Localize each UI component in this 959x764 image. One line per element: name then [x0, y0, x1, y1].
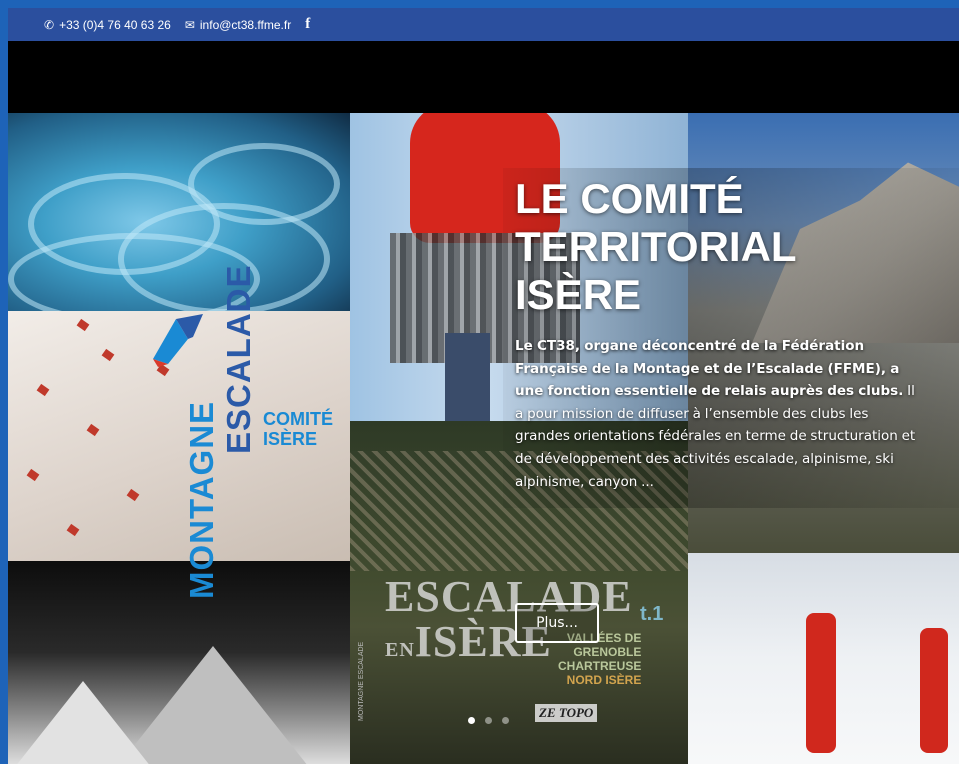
- book-publisher: MONTAGNE ESCALADE: [358, 641, 365, 721]
- slider-dot[interactable]: [468, 717, 475, 724]
- ffme-mark-icon: [153, 314, 203, 367]
- top-contact-bar: ✆ +33 (0)4 76 40 63 26 ✉ info@ct38.ffme.…: [8, 8, 959, 41]
- email-contact[interactable]: ✉ info@ct38.ffme.fr: [185, 18, 291, 32]
- ski-touring-photo: [688, 553, 959, 764]
- phone-number[interactable]: +33 (0)4 76 40 63 26: [59, 18, 171, 32]
- ffme-logo: MONTAGNE ESCALADE COMITÉ ISÈRE: [148, 264, 348, 609]
- slide-caption: LE COMITÉ TERRITORIAL ISÈRE Le CT38, org…: [515, 175, 925, 493]
- brand-comite: COMITÉ ISÈRE: [263, 409, 333, 449]
- more-button[interactable]: Plus...: [515, 603, 599, 643]
- email-address[interactable]: info@ct38.ffme.fr: [200, 18, 291, 32]
- hero-slider: ESCALADE ENISÈRE t.1 VALLÉES DE GRENOBLE…: [8, 113, 959, 764]
- rope-photo: [8, 113, 350, 311]
- slide-title: LE COMITÉ TERRITORIAL ISÈRE: [515, 175, 797, 318]
- envelope-icon: ✉: [184, 17, 195, 32]
- slide-description: Le CT38, organe déconcentré de la Fédéra…: [515, 338, 916, 490]
- slider-dot[interactable]: [485, 717, 492, 724]
- page-frame: ✆ +33 (0)4 76 40 63 26 ✉ info@ct38.ffme.…: [8, 8, 959, 764]
- facebook-icon[interactable]: f: [305, 16, 310, 33]
- header-band: [8, 41, 959, 113]
- book-tome: t.1: [640, 603, 664, 625]
- phone-icon: ✆: [44, 17, 55, 32]
- slider-pagination: [468, 717, 509, 724]
- brand-escalade: ESCALADE: [220, 264, 257, 454]
- phone-contact[interactable]: ✆ +33 (0)4 76 40 63 26: [44, 18, 171, 32]
- ze-topo-badge: ZE TOPO: [535, 704, 598, 722]
- brand-montagne: MONTAGNE: [183, 400, 220, 599]
- slider-dot[interactable]: [502, 717, 509, 724]
